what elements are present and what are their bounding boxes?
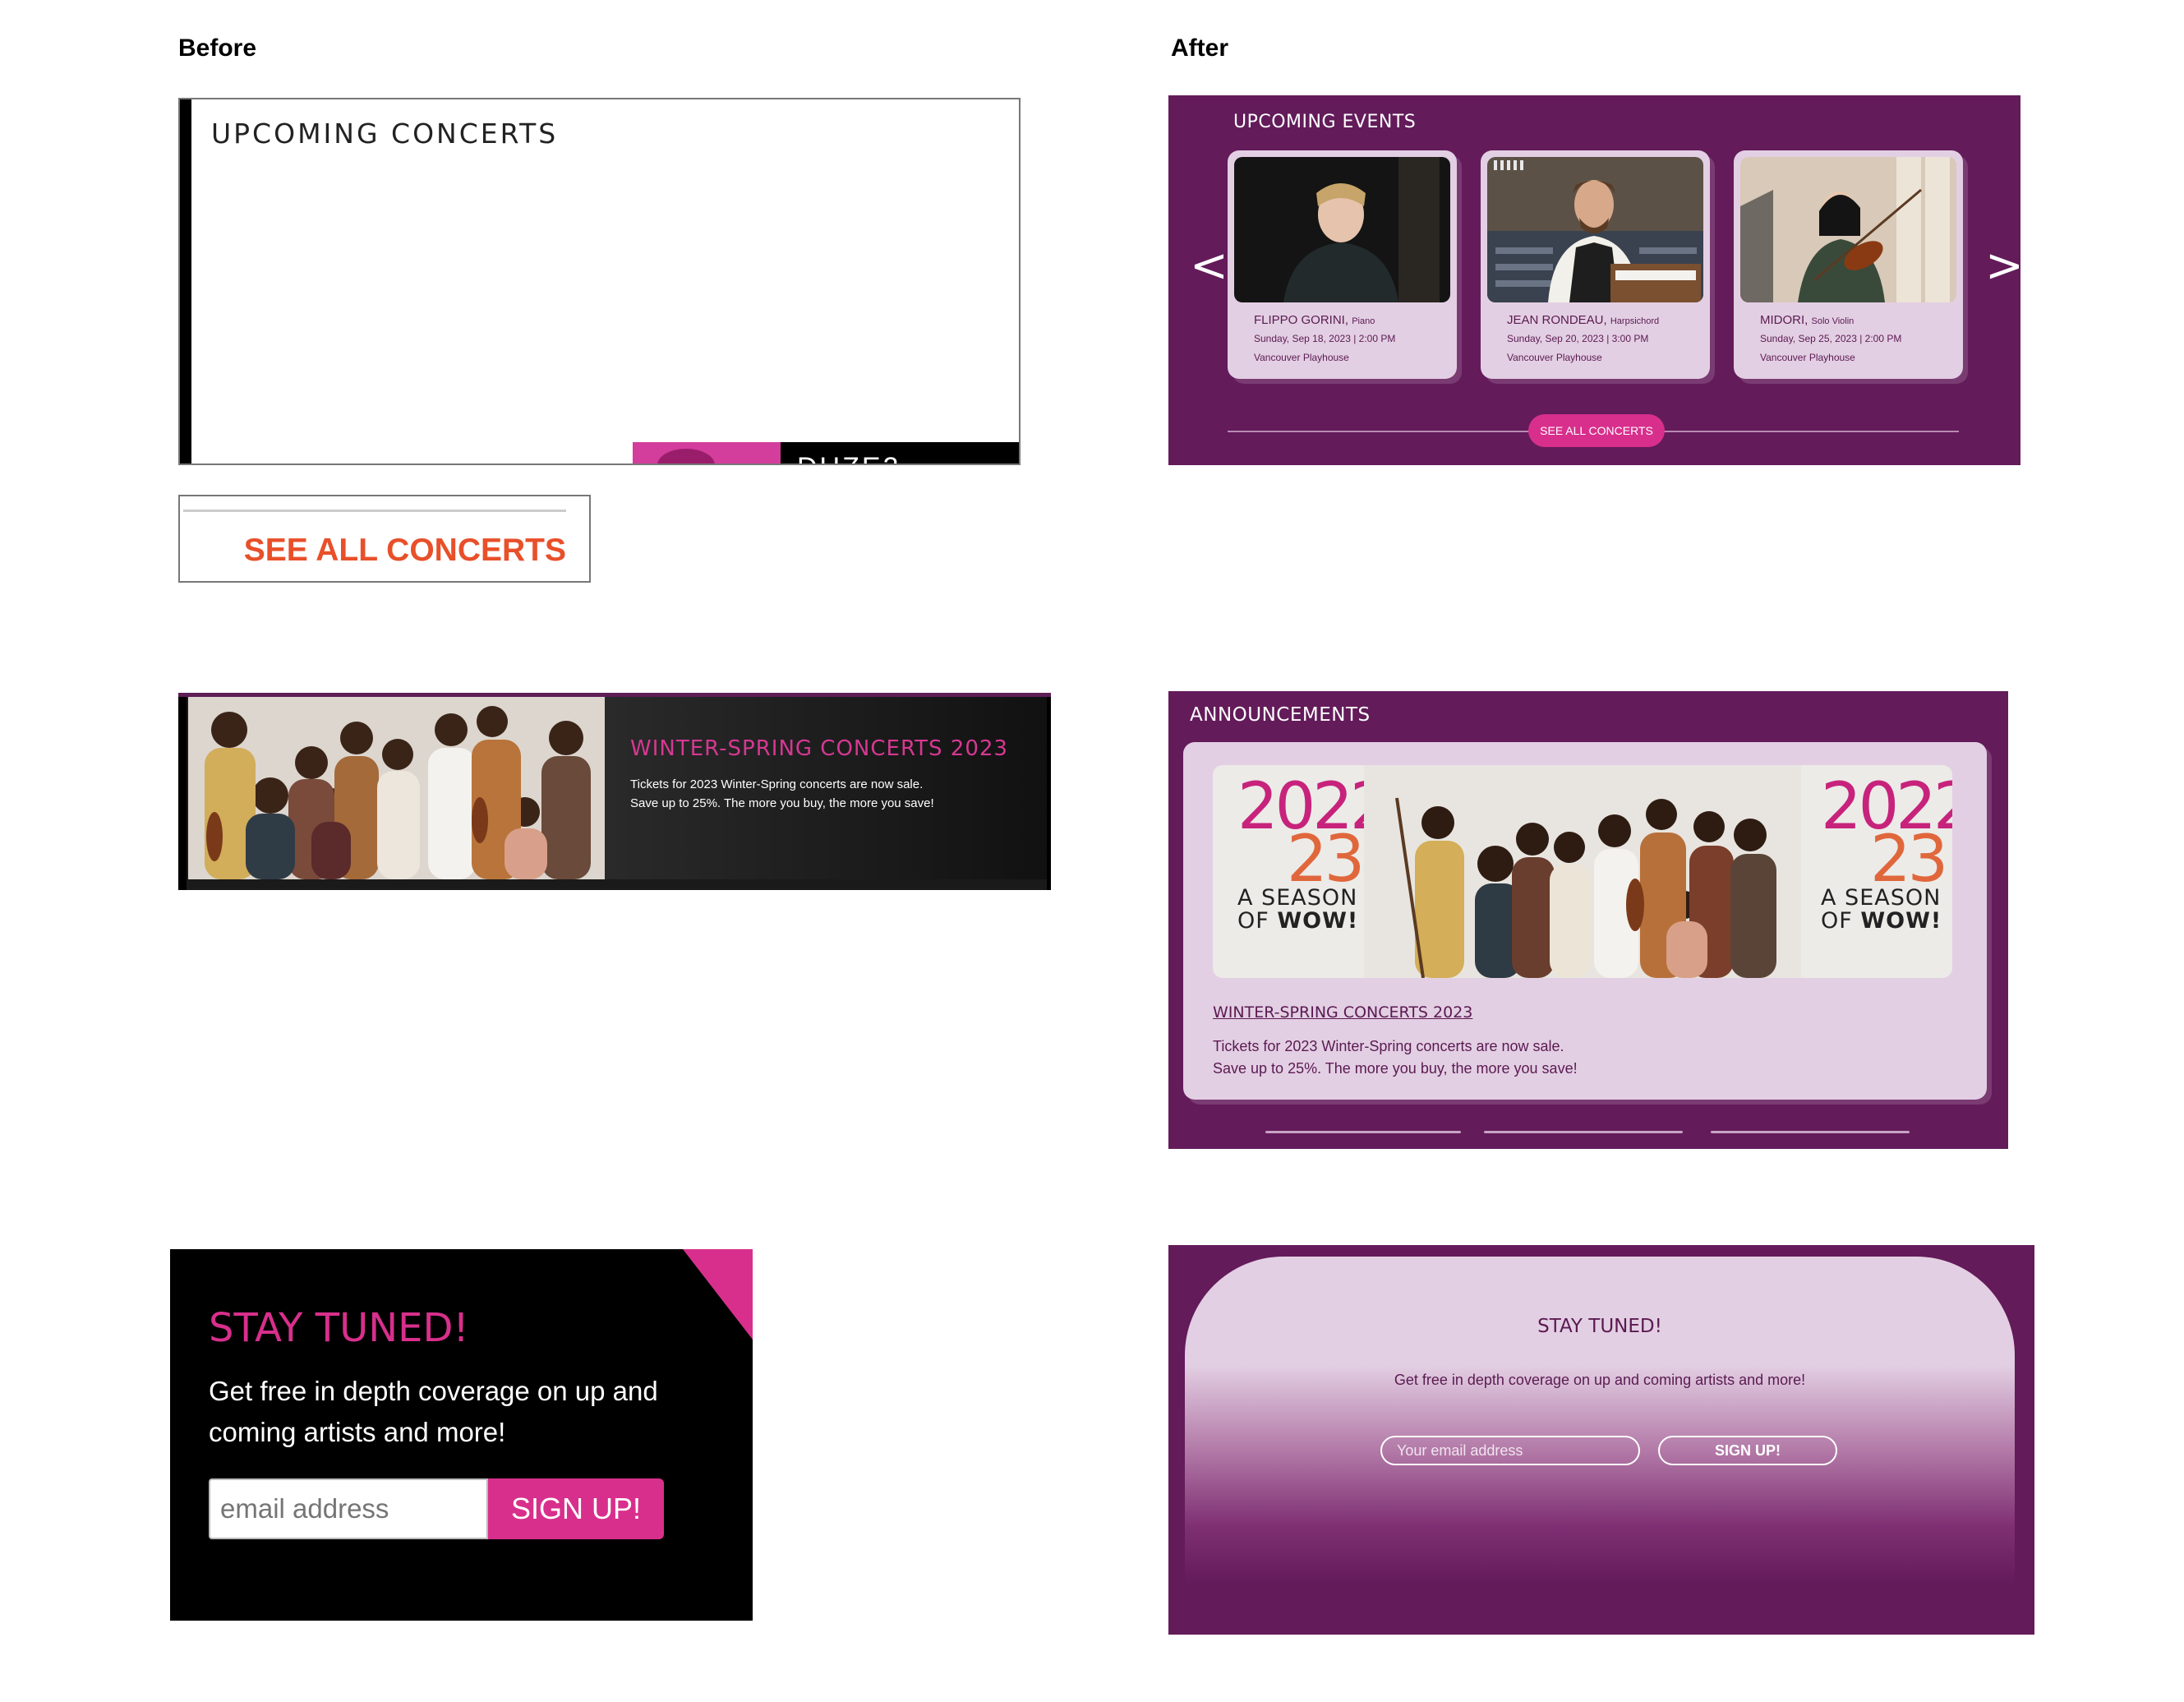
event-card[interactable]: MIDORI, Solo Violin Sunday, Sep 25, 2023… <box>1734 150 1963 379</box>
stay-tuned-title: STAY TUNED! <box>209 1305 469 1351</box>
concert-card-peek[interactable]: DUZE2 <box>633 442 1019 464</box>
group-photo-illustration <box>1364 765 1801 978</box>
announcement-card[interactable]: 2022 23 A SEASON OF WOW! 202 23 A SEASON… <box>1183 742 1987 1100</box>
email-field[interactable] <box>209 1478 488 1539</box>
announcement-line-1: Tickets for 2023 Winter-Spring concerts … <box>1213 1038 1564 1054</box>
stay-tuned-panel: STAY TUNED! Get free in depth coverage o… <box>1185 1257 2015 1635</box>
after-label: After <box>1171 35 1229 62</box>
ensemble-photo <box>188 697 605 879</box>
announcement-line-2: Save up to 25%. The more you buy, the mo… <box>1213 1060 1578 1077</box>
event-venue: Vancouver Playhouse <box>1507 352 1602 363</box>
concert-image-peek <box>633 442 781 464</box>
banner-edge-right <box>1047 697 1051 890</box>
email-input[interactable] <box>1382 1437 1638 1464</box>
chevron-right-icon[interactable]: > <box>1985 243 2020 289</box>
see-all-concerts-button[interactable]: SEE ALL CONCERTS <box>1528 414 1665 447</box>
before-winter-spring-banner[interactable]: WINTER-SPRING CONCERTS 2023 Tickets for … <box>178 693 1051 890</box>
upcoming-concerts-title: UPCOMING CONCERTS <box>211 118 559 150</box>
concert-peek-text: DUZE2 <box>797 452 901 464</box>
event-card[interactable]: FLIPPO GORINI, Piano Sunday, Sep 18, 202… <box>1228 150 1457 379</box>
sign-up-button[interactable]: SIGN UP! <box>488 1478 664 1539</box>
event-photo <box>1234 157 1450 302</box>
event-photo <box>1740 157 1956 302</box>
after-upcoming-events: UPCOMING EVENTS < > FLIPPO GORINI, Piano… <box>1168 95 2020 465</box>
event-venue: Vancouver Playhouse <box>1760 352 1855 363</box>
accent-bar <box>180 99 191 464</box>
before-stay-tuned: STAY TUNED! Get free in depth coverage o… <box>170 1249 753 1621</box>
event-card[interactable]: JEAN RONDEAU, Harpsichord Sunday, Sep 20… <box>1481 150 1710 379</box>
after-stay-tuned: STAY TUNED! Get free in depth coverage o… <box>1168 1245 2034 1635</box>
upcoming-events-title: UPCOMING EVENTS <box>1233 112 1417 132</box>
season-tagline-2: OF WOW! <box>1821 908 1942 934</box>
violinist-photo <box>1740 157 1956 302</box>
season-logo-left: 2022 23 A SEASON OF WOW! <box>1237 775 1391 934</box>
banner-edge-left <box>178 697 187 890</box>
event-venue: Vancouver Playhouse <box>1254 352 1349 363</box>
banner-title: WINTER-SPRING CONCERTS 2023 <box>630 736 1008 761</box>
email-field[interactable] <box>1380 1436 1640 1465</box>
announcement-link[interactable]: WINTER-SPRING CONCERTS 2023 <box>1213 1003 1472 1022</box>
see-all-concerts-link[interactable]: SEE ALL CONCERTS <box>244 533 566 569</box>
season-tagline-1: A SEASON <box>1237 885 1358 911</box>
after-announcements: ANNOUNCEMENTS 2022 23 A SEASON OF WOW! 2… <box>1168 691 2008 1149</box>
event-artist: MIDORI, Solo Violin <box>1760 313 1855 327</box>
before-see-all-concerts-box: SEE ALL CONCERTS <box>178 495 591 583</box>
chevron-left-icon[interactable]: < <box>1190 243 1228 289</box>
season-logo-right: 2022 23 A SEASON OF WOW! <box>1821 775 1952 934</box>
event-date: Sunday, Sep 20, 2023 | 3:00 PM <box>1507 333 1649 344</box>
pianist-photo <box>1234 157 1450 302</box>
harpsichordist-photo <box>1487 157 1703 302</box>
season-banner: 2022 23 A SEASON OF WOW! 202 23 A SEASON… <box>1213 765 1952 978</box>
event-photo <box>1487 157 1703 302</box>
before-upcoming-concerts: UPCOMING CONCERTS DUZE2 <box>178 98 1021 465</box>
event-artist: FLIPPO GORINI, Piano <box>1254 313 1375 327</box>
banner-line-1: Tickets for 2023 Winter-Spring concerts … <box>630 777 924 791</box>
carousel-indicator[interactable] <box>1265 1131 1461 1133</box>
carousel-indicator[interactable] <box>1484 1131 1683 1133</box>
carousel-indicator[interactable] <box>1711 1131 1910 1133</box>
group-photo-illustration <box>188 697 605 879</box>
ensemble-photo <box>1364 765 1801 978</box>
pink-corner-accent <box>683 1249 753 1340</box>
event-artist: JEAN RONDEAU, Harpsichord <box>1507 313 1660 327</box>
stay-tuned-description: Get free in depth coverage on up and com… <box>1394 1372 1806 1388</box>
banner-line-2: Save up to 25%. The more you buy, the mo… <box>630 796 934 810</box>
divider <box>183 510 566 512</box>
season-tagline-2: OF WOW! <box>1237 908 1359 934</box>
email-input[interactable] <box>210 1480 486 1538</box>
event-date: Sunday, Sep 18, 2023 | 2:00 PM <box>1254 333 1396 344</box>
season-tagline-1: A SEASON <box>1821 885 1942 911</box>
stay-tuned-title: STAY TUNED! <box>1537 1316 1662 1337</box>
event-date: Sunday, Sep 25, 2023 | 2:00 PM <box>1760 333 1902 344</box>
sign-up-button[interactable]: SIGN UP! <box>1658 1436 1837 1465</box>
before-label: Before <box>178 35 257 62</box>
stay-tuned-description: Get free in depth coverage on up and com… <box>209 1376 658 1447</box>
announcements-title: ANNOUNCEMENTS <box>1190 704 1371 726</box>
